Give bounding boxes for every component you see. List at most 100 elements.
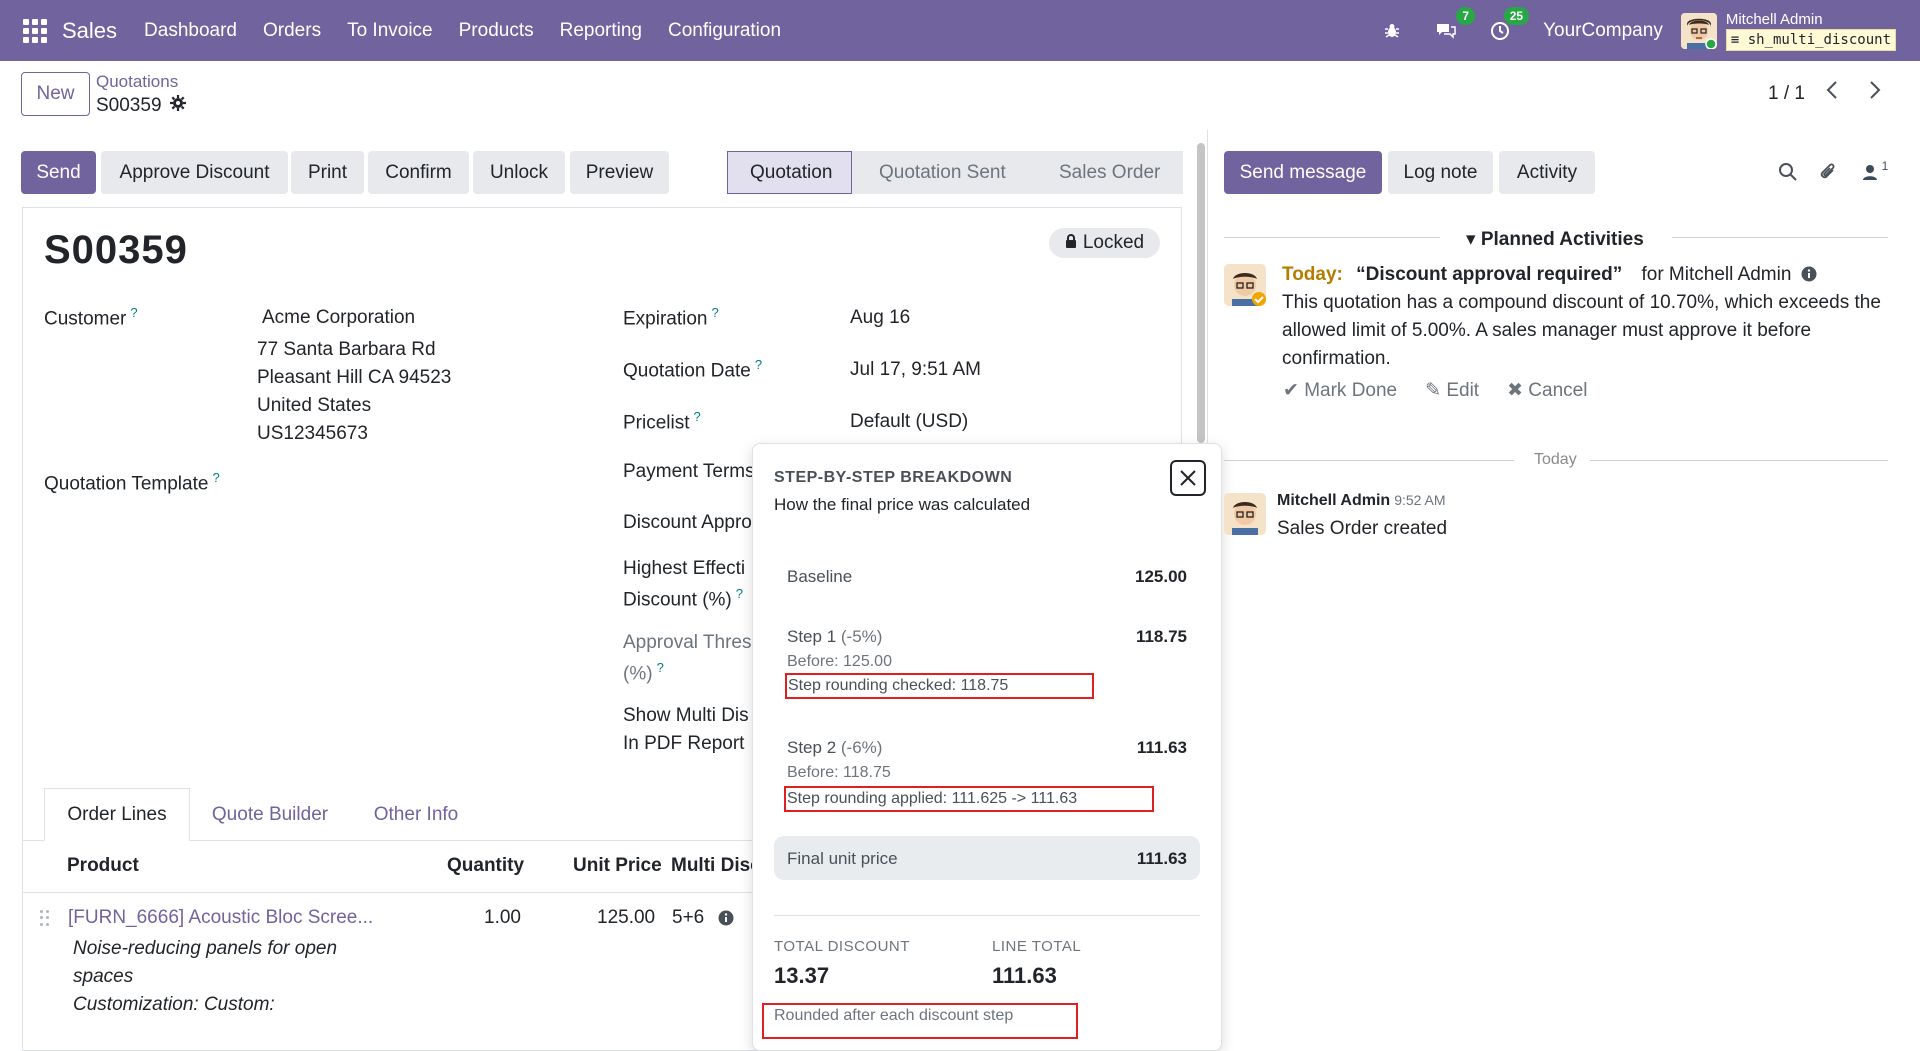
stage-quotation-sent[interactable]: Quotation Sent	[852, 151, 1029, 194]
info-icon[interactable]	[718, 910, 734, 931]
apps-menu-icon[interactable]	[23, 18, 47, 43]
activity-due-label: Today:	[1282, 264, 1343, 285]
message-time: 9:52 AM	[1394, 492, 1446, 508]
activities-clock-icon[interactable]: 25	[1487, 6, 1530, 44]
send-button[interactable]: Send	[21, 151, 96, 194]
column-unit-price[interactable]: Unit Price	[573, 855, 662, 877]
line-multi-discount[interactable]: 5+6	[672, 907, 704, 929]
customer-label: Customer?	[44, 305, 138, 330]
payment-terms-label: Payment Terms	[623, 461, 755, 482]
new-button[interactable]: New	[21, 72, 90, 116]
close-icon[interactable]	[1170, 460, 1206, 496]
unlock-button[interactable]: Unlock	[473, 151, 565, 194]
expiration-label: Expiration?	[623, 305, 719, 330]
activity-note: This quotation has a compound discount o…	[1282, 292, 1881, 369]
messages-count-badge: 7	[1456, 6, 1476, 25]
menu-to-invoice[interactable]: To Invoice	[334, 20, 446, 42]
customer-name[interactable]: Acme Corporation	[262, 307, 415, 329]
menu-reporting[interactable]: Reporting	[547, 20, 655, 42]
customer-address-line: Pleasant Hill CA 94523	[257, 367, 452, 388]
debug-bug-icon[interactable]	[1379, 18, 1405, 44]
pricelist-value[interactable]: Default (USD)	[850, 411, 968, 433]
mark-done-button[interactable]: ✔ Mark Done	[1283, 379, 1397, 402]
today-line-left	[1224, 460, 1514, 461]
activity-header: Today: “Discount approval required” for …	[1282, 264, 1817, 288]
form-scrollbar[interactable]	[1197, 143, 1205, 443]
pricelist-label: Pricelist?	[623, 409, 701, 434]
highest-effective-discount-label: Highest Effecti	[623, 558, 746, 579]
paperclip-icon[interactable]	[1816, 160, 1840, 184]
pager-previous-icon[interactable]	[1825, 80, 1839, 106]
user-avatar[interactable]	[1680, 12, 1717, 49]
print-button[interactable]: Print	[291, 151, 364, 194]
tab-order-lines[interactable]: Order Lines	[44, 788, 190, 841]
line-description: Customization: Custom:	[73, 994, 275, 1015]
line-quantity[interactable]: 1.00	[484, 907, 521, 929]
planned-activities-line-left	[1224, 237, 1440, 238]
popover-divider	[774, 915, 1200, 916]
app-name[interactable]: Sales	[62, 18, 117, 44]
planned-activities-toggle[interactable]: ▾ Planned Activities	[1466, 228, 1644, 251]
approval-threshold-label-2: (%)?	[623, 660, 664, 685]
baseline-label: Baseline	[787, 567, 853, 586]
line-unit-price[interactable]: 125.00	[597, 907, 655, 929]
breadcrumb-quotations[interactable]: Quotations	[96, 72, 178, 92]
edit-activity-button[interactable]: ✎ Edit	[1425, 379, 1479, 402]
column-multi-discount[interactable]: Multi Disc	[671, 855, 761, 877]
locked-label: Locked	[1082, 232, 1145, 253]
message-avatar[interactable]	[1224, 493, 1266, 535]
menu-configuration[interactable]: Configuration	[655, 20, 794, 42]
message-author: Mitchell Admin 9:52 AM	[1277, 492, 1446, 509]
stage-quotation[interactable]: Quotation	[727, 151, 852, 194]
column-quantity[interactable]: Quantity	[447, 855, 524, 877]
discount-approval-label: Discount Appro	[623, 512, 752, 533]
menu-orders[interactable]: Orders	[250, 20, 334, 42]
column-product[interactable]: Product	[67, 855, 139, 877]
drag-handle-icon[interactable]	[40, 910, 50, 926]
quotation-date-value[interactable]: Jul 17, 9:51 AM	[850, 359, 981, 381]
activity-summary: “Discount approval required”	[1356, 264, 1623, 285]
pager-next-icon[interactable]	[1868, 80, 1882, 106]
show-multi-discount-label-2: In PDF Report	[623, 733, 745, 754]
step2-rounding-highlight: Step rounding applied: 111.625 -> 111.63	[784, 786, 1154, 812]
activity-button[interactable]: Activity	[1499, 151, 1595, 194]
cancel-activity-button[interactable]: ✖ Cancel	[1507, 379, 1587, 402]
total-discount-label: TOTAL DISCOUNT	[774, 938, 910, 955]
step1-value: 118.75	[1135, 627, 1187, 646]
search-icon[interactable]	[1776, 160, 1800, 184]
caret-down-icon: ▾	[1466, 229, 1476, 250]
gear-icon[interactable]	[169, 95, 186, 117]
times-icon: ✖	[1507, 380, 1523, 401]
user-name: Mitchell Admin	[1725, 10, 1823, 28]
approve-discount-button[interactable]: Approve Discount	[101, 151, 288, 194]
step2-before: Before: 118.75	[787, 764, 891, 781]
confirm-button[interactable]: Confirm	[368, 151, 469, 194]
record-name-text: S00359	[96, 95, 162, 116]
planned-activities-line-right	[1672, 237, 1888, 238]
step2-value: 111.63	[1136, 738, 1187, 757]
menu-products[interactable]: Products	[446, 20, 547, 42]
followers-count: 1	[1881, 159, 1889, 173]
followers-icon[interactable]: 1	[1858, 159, 1892, 184]
top-navbar: Sales Dashboard Orders To Invoice Produc…	[0, 0, 1920, 61]
database-name: sh_multi_discount	[1747, 31, 1891, 48]
user-menu[interactable]: Mitchell Admin ≡ sh_multi_discount	[1725, 10, 1896, 51]
send-message-button[interactable]: Send message	[1224, 151, 1382, 194]
step2-label: Step 2 (-6%)	[787, 738, 883, 757]
line-total-value: 111.63	[992, 963, 1057, 988]
stage-sales-order[interactable]: Sales Order	[1029, 151, 1183, 194]
check-icon: ✔	[1283, 380, 1299, 401]
pager-value[interactable]: 1 / 1	[1768, 83, 1805, 105]
company-switcher[interactable]: YourCompany	[1543, 20, 1663, 42]
menu-dashboard[interactable]: Dashboard	[131, 20, 250, 42]
activity-info-icon[interactable]	[1801, 266, 1817, 287]
expiration-value[interactable]: Aug 16	[850, 307, 910, 329]
tab-quote-builder[interactable]: Quote Builder	[200, 788, 340, 841]
tab-other-info[interactable]: Other Info	[355, 788, 477, 841]
locked-badge: Locked	[1049, 228, 1160, 258]
database-chip: ≡ sh_multi_discount	[1725, 28, 1896, 51]
log-note-button[interactable]: Log note	[1388, 151, 1493, 194]
line-product[interactable]: [FURN_6666] Acoustic Bloc Scree...	[68, 907, 373, 929]
preview-button[interactable]: Preview	[570, 151, 669, 194]
messages-icon[interactable]: 7	[1433, 6, 1476, 44]
